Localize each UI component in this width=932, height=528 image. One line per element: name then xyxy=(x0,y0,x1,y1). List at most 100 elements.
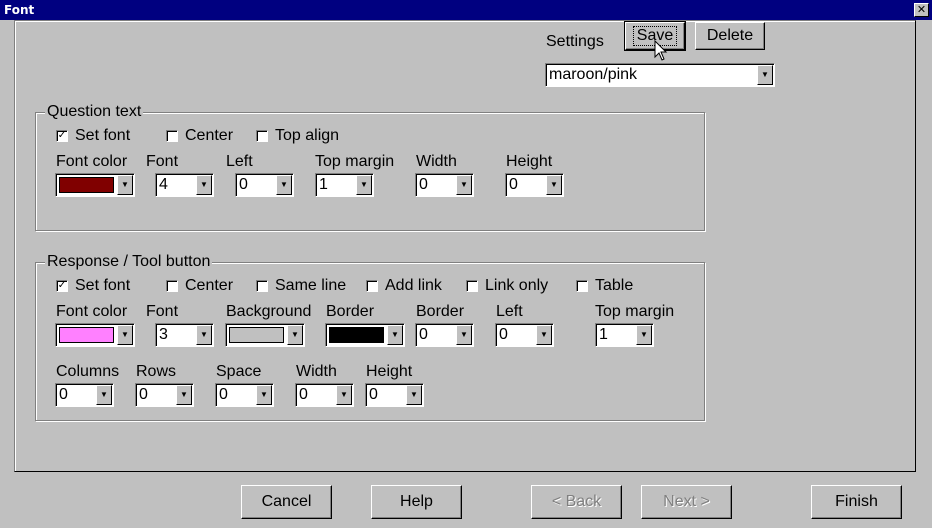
question-center-label: Center xyxy=(185,127,234,144)
response-border-label: Border xyxy=(416,303,465,320)
chevron-down-icon[interactable]: ▼ xyxy=(176,385,192,405)
response-space-value: 0 xyxy=(219,386,228,403)
help-button[interactable]: Help xyxy=(371,485,462,519)
chevron-down-icon[interactable]: ▼ xyxy=(387,325,403,345)
response-space-dropdown[interactable]: 0 ▼ xyxy=(215,383,274,407)
chevron-down-icon[interactable]: ▼ xyxy=(196,325,212,345)
response-set-font-label: Set font xyxy=(75,277,131,294)
response-link-only-label: Link only xyxy=(485,277,549,294)
response-width-label: Width xyxy=(296,363,337,380)
question-height-value: 0 xyxy=(509,176,518,193)
response-border-dropdown[interactable]: 0 ▼ xyxy=(415,323,474,347)
question-left-value: 0 xyxy=(239,176,248,193)
response-left-label: Left xyxy=(496,303,523,320)
settings-label: Settings xyxy=(546,33,604,50)
response-link-only-checkbox[interactable] xyxy=(466,280,478,292)
response-height-value: 0 xyxy=(369,386,378,403)
question-width-dropdown[interactable]: 0 ▼ xyxy=(415,173,474,197)
close-icon[interactable]: ✕ xyxy=(914,3,929,17)
title-bar: Font ✕ xyxy=(0,0,932,20)
chevron-down-icon[interactable]: ▼ xyxy=(406,385,422,405)
chevron-down-icon[interactable]: ▼ xyxy=(456,325,472,345)
question-width-label: Width xyxy=(416,153,457,170)
chevron-down-icon[interactable]: ▼ xyxy=(96,385,112,405)
settings-dropdown[interactable]: maroon/pink ▼ xyxy=(545,63,775,87)
response-background-label: Background xyxy=(226,303,312,320)
response-rows-label: Rows xyxy=(136,363,177,380)
response-background-dropdown[interactable]: ▼ xyxy=(225,323,305,347)
response-add-link-checkbox[interactable] xyxy=(366,280,378,292)
delete-button[interactable]: Delete xyxy=(695,22,765,50)
response-add-link-label: Add link xyxy=(385,277,442,294)
window-title: Font xyxy=(4,3,35,17)
question-text-group-label: Question text xyxy=(45,103,144,121)
cancel-button[interactable]: Cancel xyxy=(241,485,332,519)
response-top-margin-label: Top margin xyxy=(595,303,675,320)
question-font-color-swatch xyxy=(59,177,114,193)
response-same-line-checkbox[interactable] xyxy=(256,280,268,292)
response-left-dropdown[interactable]: 0 ▼ xyxy=(495,323,554,347)
chevron-down-icon[interactable]: ▼ xyxy=(636,325,652,345)
response-border-color-swatch xyxy=(329,327,384,343)
response-font-dropdown[interactable]: 3 ▼ xyxy=(155,323,214,347)
question-height-label: Height xyxy=(506,153,553,170)
response-top-margin-value: 1 xyxy=(599,326,608,343)
response-group-label: Response / Tool button xyxy=(45,253,213,271)
response-left-value: 0 xyxy=(499,326,508,343)
chevron-down-icon[interactable]: ▼ xyxy=(336,385,352,405)
chevron-down-icon[interactable]: ▼ xyxy=(757,65,773,85)
response-columns-dropdown[interactable]: 0 ▼ xyxy=(55,383,114,407)
response-border-color-label: Border xyxy=(326,303,375,320)
back-button[interactable]: < Back xyxy=(531,485,622,519)
question-font-dropdown[interactable]: 4 ▼ xyxy=(155,173,214,197)
response-rows-dropdown[interactable]: 0 ▼ xyxy=(135,383,194,407)
question-font-color-dropdown[interactable]: ▼ xyxy=(55,173,135,197)
question-set-font-checkbox[interactable]: ✓ xyxy=(56,130,68,142)
question-width-value: 0 xyxy=(419,176,428,193)
arrow-cursor-icon xyxy=(654,40,668,61)
chevron-down-icon[interactable]: ▼ xyxy=(256,385,272,405)
response-center-checkbox[interactable] xyxy=(166,280,178,292)
response-space-label: Space xyxy=(216,363,262,380)
response-font-color-label: Font color xyxy=(56,303,128,320)
chevron-down-icon[interactable]: ▼ xyxy=(356,175,372,195)
finish-button[interactable]: Finish xyxy=(811,485,902,519)
question-top-align-label: Top align xyxy=(275,127,340,144)
question-font-value: 4 xyxy=(159,176,168,193)
question-top-margin-dropdown[interactable]: 1 ▼ xyxy=(315,173,374,197)
response-set-font-checkbox[interactable]: ✓ xyxy=(56,280,68,292)
response-font-color-dropdown[interactable]: ▼ xyxy=(55,323,135,347)
chevron-down-icon[interactable]: ▼ xyxy=(276,175,292,195)
response-columns-label: Columns xyxy=(56,363,120,380)
response-height-label: Height xyxy=(366,363,413,380)
response-width-dropdown[interactable]: 0 ▼ xyxy=(295,383,354,407)
chevron-down-icon[interactable]: ▼ xyxy=(196,175,212,195)
next-button[interactable]: Next > xyxy=(641,485,732,519)
response-columns-value: 0 xyxy=(59,386,68,403)
question-height-dropdown[interactable]: 0 ▼ xyxy=(505,173,564,197)
question-top-align-checkbox[interactable] xyxy=(256,130,268,142)
question-text-group xyxy=(35,112,705,231)
response-font-value: 3 xyxy=(159,326,168,343)
chevron-down-icon[interactable]: ▼ xyxy=(117,325,133,345)
question-center-checkbox[interactable] xyxy=(166,130,178,142)
settings-dropdown-value: maroon/pink xyxy=(549,66,638,83)
question-font-label: Font xyxy=(146,153,179,170)
chevron-down-icon[interactable]: ▼ xyxy=(456,175,472,195)
chevron-down-icon[interactable]: ▼ xyxy=(546,175,562,195)
chevron-down-icon[interactable]: ▼ xyxy=(536,325,552,345)
response-border-value: 0 xyxy=(419,326,428,343)
response-center-label: Center xyxy=(185,277,234,294)
response-height-dropdown[interactable]: 0 ▼ xyxy=(365,383,424,407)
response-border-color-dropdown[interactable]: ▼ xyxy=(325,323,405,347)
question-left-dropdown[interactable]: 0 ▼ xyxy=(235,173,294,197)
question-set-font-label: Set font xyxy=(75,127,131,144)
chevron-down-icon[interactable]: ▼ xyxy=(117,175,133,195)
response-table-checkbox[interactable] xyxy=(576,280,588,292)
response-background-swatch xyxy=(229,327,284,343)
question-top-margin-value: 1 xyxy=(319,176,328,193)
question-font-color-label: Font color xyxy=(56,153,128,170)
chevron-down-icon[interactable]: ▼ xyxy=(287,325,303,345)
response-table-label: Table xyxy=(595,277,634,294)
response-top-margin-dropdown[interactable]: 1 ▼ xyxy=(595,323,654,347)
